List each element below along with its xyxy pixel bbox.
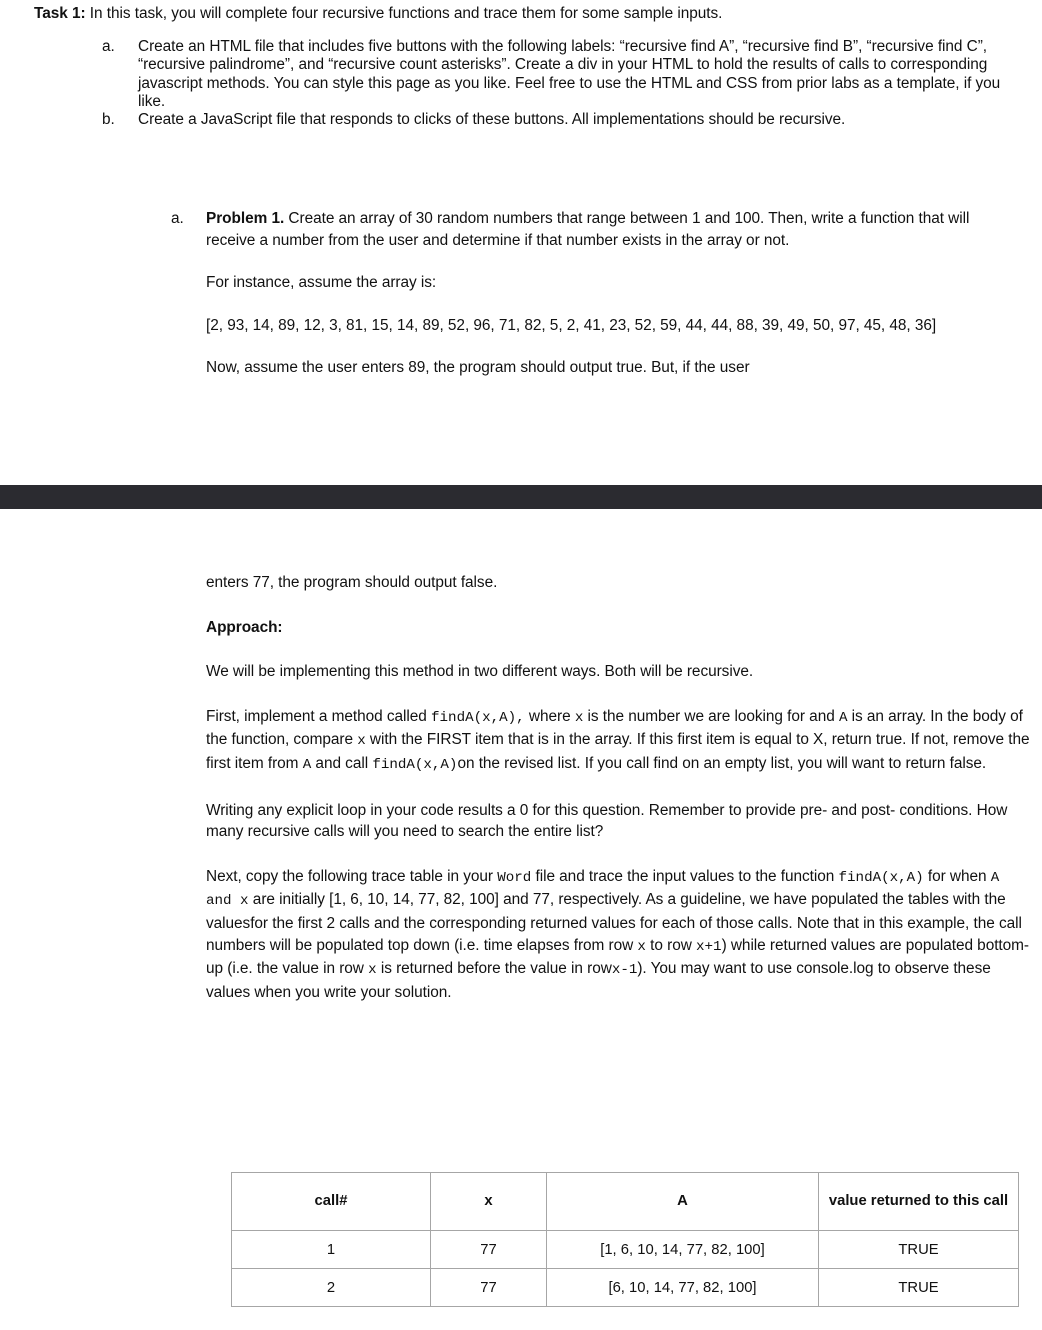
text-fragment: Next, copy the following trace table in … <box>206 867 498 885</box>
list-item-marker: a. <box>102 38 115 55</box>
code-x: x <box>637 938 646 955</box>
sample-array-text: [2, 93, 14, 89, 12, 3, 81, 15, 14, 89, 5… <box>206 316 937 334</box>
text-fragment: where <box>524 707 575 725</box>
list-item: a. Create an HTML file that includes fiv… <box>102 38 1007 111</box>
text-fragment: to row <box>645 936 697 954</box>
document-page-upper: Task 1: In this task, you will complete … <box>0 0 1042 485</box>
trace-table-container: call# x A value returned to this call 1 … <box>231 1172 1019 1307</box>
code-x: x <box>357 733 366 750</box>
code-x-minus-1: x-1 <box>611 962 638 979</box>
list-item-text: Create an HTML file that includes five b… <box>138 38 1001 110</box>
table-row: 2 77 [6, 10, 14, 77, 82, 100] TRUE <box>231 1268 1019 1307</box>
column-header-call-number: call# <box>231 1172 431 1231</box>
page-separator-bar <box>0 485 1042 509</box>
list-item: a. Problem 1. Create an array of 30 rand… <box>171 208 1007 379</box>
text-fragment: and call <box>311 754 373 772</box>
list-item-text: Create a JavaScript file that responds t… <box>138 111 846 129</box>
text-fragment: for when <box>923 867 991 885</box>
code-x-plus-1: x+1 <box>696 938 722 955</box>
two-ways-paragraph: We will be implementing this method in t… <box>206 663 754 681</box>
problem-statement-text: Create an array of 30 random numbers tha… <box>206 210 970 249</box>
problem-label: Problem 1. <box>206 210 285 227</box>
task-heading-label: Task 1: <box>34 5 86 22</box>
loop-warning-paragraph: Writing any explicit loop in your code r… <box>206 801 1008 841</box>
trace-table: call# x A value returned to this call 1 … <box>231 1172 1019 1307</box>
code-findA-call: findA(x,A) <box>838 869 924 886</box>
column-header-value-returned: value returned to this call <box>818 1172 1019 1231</box>
code-A: A <box>302 756 312 773</box>
text-fragment: on the revised list. If you call find on… <box>457 754 987 772</box>
code-findA-call: findA(x,A) <box>372 756 458 773</box>
cell-x: 77 <box>430 1268 547 1307</box>
list-item-marker: a. <box>171 210 184 227</box>
column-header-x: x <box>430 1172 547 1231</box>
approach-heading: Approach: <box>206 618 283 636</box>
text-fragment: is the number we are looking for and <box>583 707 839 725</box>
code-x: x <box>368 962 377 979</box>
text-fragment: is returned before the value in row <box>376 960 612 978</box>
table-row: 1 77 [1, 6, 10, 14, 77, 82, 100] TRUE <box>231 1230 1019 1269</box>
trace-table-body: 1 77 [1, 6, 10, 14, 77, 82, 100] TRUE 2 … <box>231 1230 1019 1307</box>
task-heading: Task 1: In this task, you will complete … <box>34 4 1024 24</box>
now-assume-text: Now, assume the user enters 89, the prog… <box>206 359 750 376</box>
column-header-a: A <box>546 1172 819 1231</box>
first-implementation-paragraph: First, implement a method called findA(x… <box>206 706 1032 777</box>
cell-x: 77 <box>430 1230 547 1269</box>
cell-call-number: 1 <box>231 1230 431 1269</box>
body-column: enters 77, the program should output fal… <box>206 572 1032 1003</box>
text-fragment: file and trace the input values to the f… <box>531 867 839 885</box>
cell-call-number: 2 <box>231 1268 431 1307</box>
cell-value-returned: TRUE <box>818 1268 1019 1307</box>
cell-a: [1, 6, 10, 14, 77, 82, 100] <box>546 1230 819 1269</box>
problem-list: a. Problem 1. Create an array of 30 rand… <box>171 208 1007 379</box>
code-word: Word <box>497 869 532 886</box>
cell-a: [6, 10, 14, 77, 82, 100] <box>546 1268 819 1307</box>
list-item-marker: b. <box>102 111 115 129</box>
task-heading-text: In this task, you will complete four rec… <box>85 5 723 22</box>
problem-body: Problem 1. Create an array of 30 random … <box>206 208 1007 379</box>
outer-ordered-list: a. Create an HTML file that includes fiv… <box>102 38 1007 129</box>
problem-statement: Problem 1. Create an array of 30 random … <box>206 208 1007 251</box>
code-findA-call: findA(x,A), <box>431 709 525 726</box>
list-item: b. Create a JavaScript file that respond… <box>102 111 1007 129</box>
text-fragment: First, implement a method called <box>206 707 432 725</box>
continuation-text: enters 77, the program should output fal… <box>206 574 498 591</box>
table-header-row: call# x A value returned to this call <box>231 1172 1019 1231</box>
cell-value-returned: TRUE <box>818 1230 1019 1269</box>
trace-instructions-paragraph: Next, copy the following trace table in … <box>206 866 1032 1004</box>
for-instance-text: For instance, assume the array is: <box>206 274 437 291</box>
trace-table-head: call# x A value returned to this call <box>231 1172 1019 1231</box>
